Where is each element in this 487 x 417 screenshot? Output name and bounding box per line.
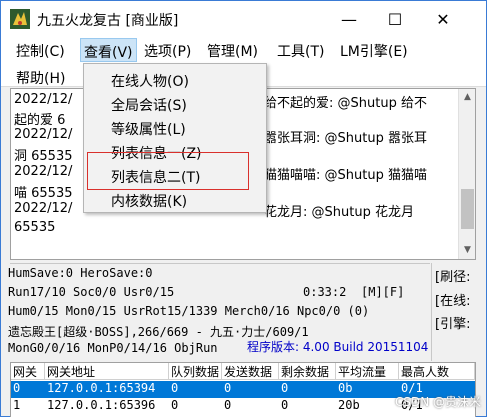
menu-manage[interactable]: 管理(M) bbox=[207, 41, 258, 61]
maximize-button[interactable]: ☐ bbox=[372, 1, 418, 37]
cell-avg: 0b bbox=[338, 381, 353, 395]
watermark-text: CSDN @贵沫米 bbox=[395, 395, 482, 409]
cell-address: 127.0.0.1:65396 bbox=[47, 398, 156, 412]
cell-queue: 0 bbox=[171, 398, 179, 412]
status-mf: [M][F] bbox=[361, 285, 405, 299]
status-clock: 0:33:2 bbox=[303, 285, 347, 299]
version-label: 程序版本: 4.00 Build 20151104 bbox=[247, 340, 429, 354]
scroll-thumb[interactable] bbox=[461, 189, 474, 229]
status-save: HumSave:0 HeroSave:0 bbox=[8, 266, 153, 280]
log-line-fragment: 给不起的爱: @Shutup 给不 bbox=[264, 96, 427, 111]
menu-item-level-attributes[interactable]: 等级属性(L) bbox=[111, 119, 186, 139]
log-scrollbar[interactable]: ▲ ▼ bbox=[458, 89, 475, 259]
status-mon: MonG0/0/16 MonP0/14/16 ObjRun bbox=[8, 341, 218, 355]
col-header-max-users[interactable]: 最高人数 bbox=[399, 363, 475, 380]
cell-address: 127.0.0.1:65394 bbox=[47, 381, 156, 395]
side-online-label: [在线: bbox=[435, 294, 471, 309]
dragon-app-icon bbox=[10, 9, 30, 29]
menu-tools[interactable]: 工具(T) bbox=[277, 41, 324, 61]
menu-options[interactable]: 选项(P) bbox=[144, 41, 191, 61]
log-line-fragment: 猫猫喵喵: @Shutup 猫猫喵 bbox=[264, 168, 427, 183]
menu-help[interactable]: 帮助(H) bbox=[16, 68, 65, 88]
side-refresh-label: [刷径: bbox=[435, 270, 471, 285]
log-line: 65535 bbox=[14, 220, 56, 235]
log-line-fragment: 花龙月: @Shutup 花龙月 bbox=[264, 205, 414, 220]
cell-remaining: 0 bbox=[281, 398, 289, 412]
col-header-send-data[interactable]: 发送数据 bbox=[222, 363, 279, 380]
log-line: 2022/12/ bbox=[14, 127, 73, 142]
col-header-gateway-address[interactable]: 网关地址 bbox=[45, 363, 169, 380]
scroll-down-arrow-icon[interactable]: ▼ bbox=[459, 242, 475, 259]
side-engine-label: [引擎: bbox=[435, 317, 471, 332]
menu-item-global-sessions[interactable]: 全局会话(S) bbox=[111, 95, 187, 115]
log-line-fragment: 嚣张耳洞: @Shutup 嚣张耳 bbox=[264, 131, 427, 146]
cell-avg: 20b bbox=[338, 398, 360, 412]
view-menu-dropdown: 在线人物(O) 全局会话(S) 等级属性(L) 列表信息一(Z) 列表信息二(T… bbox=[83, 63, 267, 213]
menu-control[interactable]: 控制(C) bbox=[16, 41, 65, 61]
log-line: 2022/12/ bbox=[14, 92, 73, 107]
col-header-gateway[interactable]: 网关 bbox=[11, 363, 45, 380]
app-window: 九五火龙复古 [商业版] — ☐ ✕ 控制(C) 查看(V) 选项(P) 管理(… bbox=[0, 0, 487, 417]
title-bar[interactable]: 九五火龙复古 [商业版] — ☐ ✕ bbox=[1, 1, 486, 37]
menu-lm-engine[interactable]: LM引擎(E) bbox=[340, 41, 408, 61]
cell-queue: 0 bbox=[171, 381, 179, 395]
menu-item-online-players[interactable]: 在线人物(O) bbox=[111, 71, 189, 91]
close-button[interactable]: ✕ bbox=[420, 1, 466, 37]
log-line: 喵 65535 bbox=[14, 186, 73, 201]
divider bbox=[431, 263, 432, 361]
cell-send: 0 bbox=[224, 398, 232, 412]
status-hum: Hum0/15 Mon0/15 UsrRot15/1339 Merch0/16 … bbox=[8, 304, 370, 318]
log-line: 起的爱 6 bbox=[14, 113, 66, 128]
col-header-queue-data[interactable]: 队列数据 bbox=[169, 363, 222, 380]
cell-gateway: 1 bbox=[13, 398, 21, 412]
window-title: 九五火龙复古 [商业版] bbox=[37, 13, 179, 29]
minimize-button[interactable]: — bbox=[326, 1, 372, 37]
cell-gateway: 0 bbox=[13, 381, 21, 395]
log-line: 洞 65535 bbox=[14, 149, 73, 164]
divider bbox=[10, 263, 430, 264]
log-line: 2022/12/ bbox=[14, 201, 73, 216]
menu-item-kernel-data[interactable]: 内核数据(K) bbox=[111, 191, 187, 211]
cell-send: 0 bbox=[224, 381, 232, 395]
menu-bar: 控制(C) 查看(V) 选项(P) 管理(M) 工具(T) LM引擎(E) bbox=[1, 37, 486, 63]
scroll-up-arrow-icon[interactable]: ▲ bbox=[459, 89, 475, 106]
annotation-highlight-box bbox=[87, 152, 249, 190]
col-header-avg-traffic[interactable]: 平均流量 bbox=[336, 363, 399, 380]
col-header-remaining-data[interactable]: 剩余数据 bbox=[279, 363, 336, 380]
menu-view[interactable]: 查看(V) bbox=[80, 38, 137, 62]
cell-remaining: 0 bbox=[281, 381, 289, 395]
log-line: 2022/12/ bbox=[14, 164, 73, 179]
status-run: Run17/10 Soc0/0 Usr0/15 bbox=[8, 285, 175, 299]
